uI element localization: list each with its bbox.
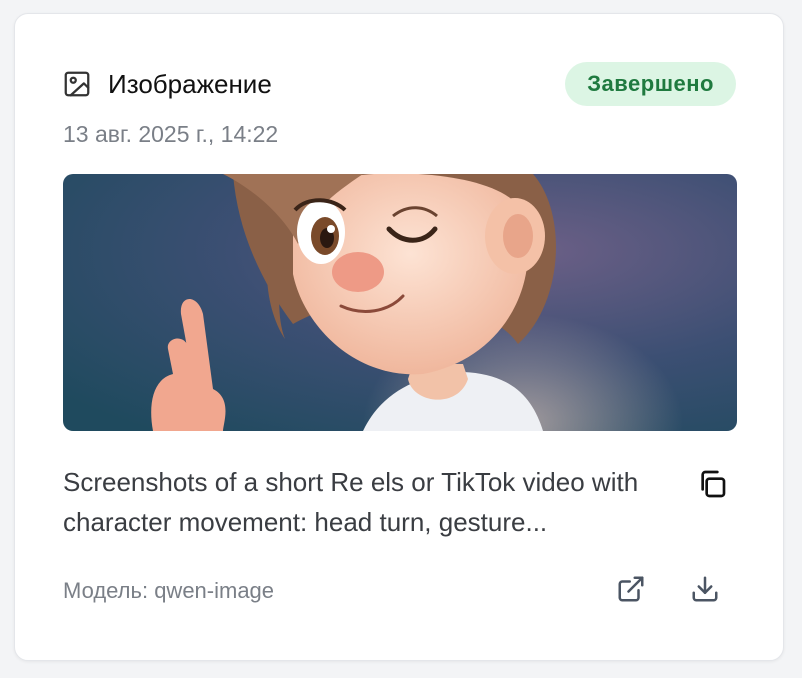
model-label: Модель: qwen-image (63, 578, 275, 603)
card-footer: Модель: qwen-image (63, 573, 736, 609)
prompt-description: Screenshots of a short Re els or TikTok … (63, 467, 639, 537)
card-actions (614, 574, 722, 608)
download-button[interactable] (688, 574, 722, 608)
created-date: 13 авг. 2025 г., 14:22 (63, 121, 279, 147)
card-title: Изображение (108, 68, 272, 99)
copy-button[interactable] (694, 468, 730, 504)
image-icon (62, 69, 92, 99)
copy-icon (696, 468, 728, 505)
open-button[interactable] (614, 574, 648, 608)
external-link-icon (616, 574, 646, 609)
download-icon (690, 574, 720, 609)
title-group: Изображение (62, 69, 272, 100)
card-header-row: Изображение Завершено (62, 62, 736, 106)
preview-image[interactable] (63, 174, 737, 431)
status-badge: Завершено (565, 62, 736, 106)
